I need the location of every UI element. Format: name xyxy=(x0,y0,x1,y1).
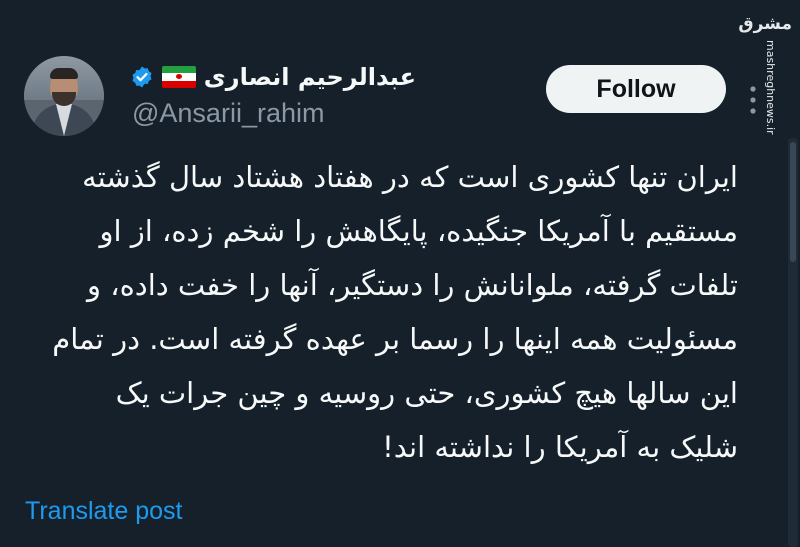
watermark-logo: مشرق xyxy=(738,14,792,34)
avatar[interactable] xyxy=(24,56,104,136)
tweet-text-line: تلفات گرفته، ملوانانش را دستگیر، آنها را… xyxy=(87,268,738,302)
scrollbar[interactable] xyxy=(788,138,798,547)
translate-post-link[interactable]: Translate post xyxy=(25,497,182,526)
author-name-row[interactable]: عبدالرحیم انصاری xyxy=(130,60,416,94)
tweet-text-line: این سالها هیچ کشوری، حتی روسیه و چین جرا… xyxy=(115,376,738,410)
iran-flag-icon xyxy=(161,66,196,88)
tweet-text-line: مستقیم با آمریکا جنگیده، پایگاهش را شخم … xyxy=(99,214,738,248)
tweet-text-line: ایران تنها کشوری است که در هفتاد هشتاد س… xyxy=(82,160,738,194)
author-display-name[interactable]: عبدالرحیم انصاری xyxy=(204,63,416,91)
watermark: مشرق mashreghnews.ir xyxy=(738,10,798,135)
author-handle[interactable]: @Ansarii_rahim xyxy=(132,98,324,129)
watermark-url: mashreghnews.ir xyxy=(764,40,777,135)
tweet-text-line: شلیک به آمریکا را نداشته اند! xyxy=(382,430,738,464)
tweet-text-line: مسئولیت همه اینها را رسما بر عهده گرفته … xyxy=(52,322,738,356)
avatar-hair xyxy=(50,68,78,79)
tweet-text: ایران تنها کشوری است که در هفتاد هشتاد س… xyxy=(24,150,738,474)
verified-badge-icon xyxy=(132,66,152,88)
tweet-card: عبدالرحیم انصاری @Ansarii_rahim Follow م… xyxy=(0,0,800,547)
follow-button[interactable]: Follow xyxy=(546,65,726,113)
scrollbar-thumb[interactable] xyxy=(790,142,796,262)
